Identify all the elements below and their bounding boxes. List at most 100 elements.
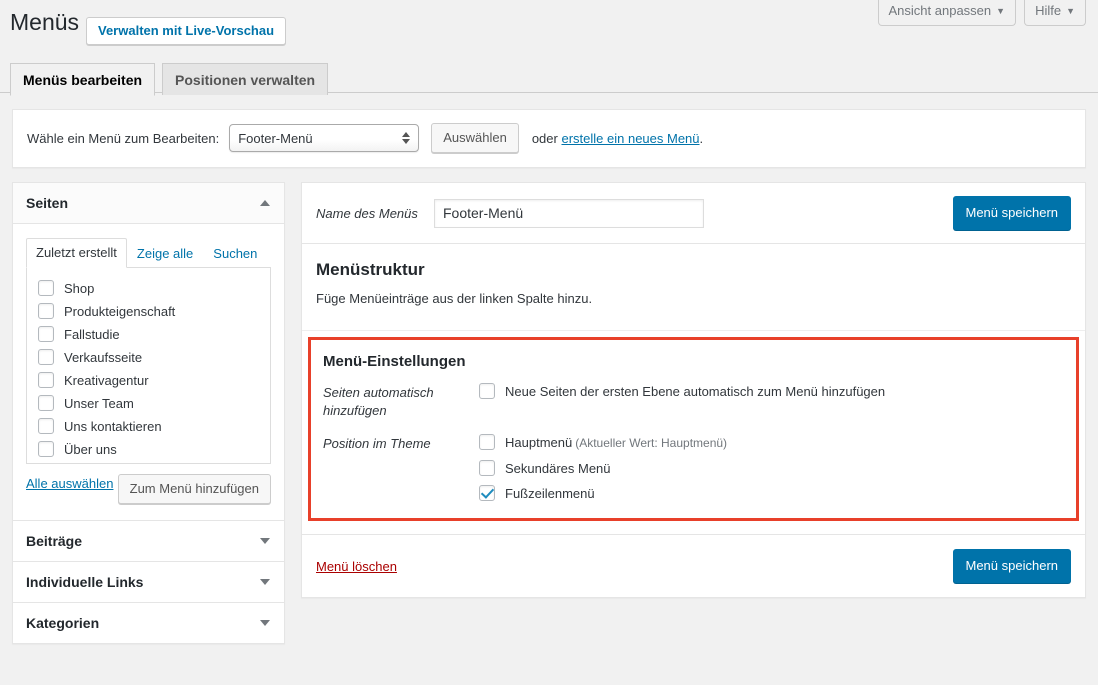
checkbox[interactable] xyxy=(38,303,54,319)
theme-location-fusszeilenmenu-label: Fußzeilenmenü xyxy=(505,486,595,501)
list-item-label: Produkteigenschaft xyxy=(64,303,176,319)
menu-edit-box: Name des Menüs Menü speichern Menüstrukt… xyxy=(301,182,1086,598)
checkbox[interactable] xyxy=(38,395,54,411)
help-label: Hilfe xyxy=(1035,3,1062,18)
chevron-down-icon[interactable] xyxy=(260,538,270,544)
subtab-zeige-alle[interactable]: Zeige alle xyxy=(127,239,203,268)
accordion-section-beitraege: Beiträge xyxy=(13,520,284,561)
list-item[interactable]: Uns kontaktieren xyxy=(38,415,259,438)
tab-positionen-verwalten[interactable]: Positionen verwalten xyxy=(162,63,329,95)
accordion-header-seiten[interactable]: Seiten xyxy=(13,183,284,224)
delete-menu-link[interactable]: Menü löschen xyxy=(316,559,397,574)
theme-location-fusszeilenmenu[interactable]: Fußzeilenmenü xyxy=(479,485,1064,502)
chevron-up-icon[interactable] xyxy=(260,200,270,206)
checkbox[interactable] xyxy=(479,434,495,450)
save-menu-button-top[interactable]: Menü speichern xyxy=(952,196,1071,230)
theme-location-hauptmenu-note: (Aktueller Wert: Hauptmenü) xyxy=(575,436,728,450)
create-new-menu-link[interactable]: erstelle ein neues Menü xyxy=(561,131,699,146)
help-button[interactable]: Hilfe ▼ xyxy=(1024,0,1086,26)
checkbox[interactable] xyxy=(38,326,54,342)
menu-name-row: Name des Menüs Menü speichern xyxy=(302,183,1085,244)
theme-location-hauptmenu[interactable]: Hauptmenü (Aktueller Wert: Hauptmenü) xyxy=(479,434,1064,460)
add-menu-items-column: Seiten Zuletzt erstellt Zeige alle Suche… xyxy=(12,182,285,644)
screen-options-button[interactable]: Ansicht anpassen ▼ xyxy=(877,0,1017,26)
select-menu-button[interactable]: Auswählen xyxy=(431,123,519,153)
checkbox[interactable] xyxy=(479,383,495,399)
accordion-section-individuelle-links: Individuelle Links xyxy=(13,561,284,602)
save-menu-button-bottom[interactable]: Menü speichern xyxy=(952,549,1071,583)
seiten-panel-actions: Alle auswählen Zum Menü hinzufügen xyxy=(26,474,271,508)
auto-add-pages-label: Neue Seiten der ersten Ebene automatisch… xyxy=(505,384,886,399)
accordion-header-beitraege[interactable]: Beiträge xyxy=(13,521,284,561)
checkbox[interactable] xyxy=(479,460,495,476)
menu-settings-panel: Menü-Einstellungen Seiten automatisch hi… xyxy=(308,337,1079,521)
checkbox[interactable] xyxy=(479,485,495,501)
accordion-section-kategorien: Kategorien xyxy=(13,602,284,643)
screen-options-label: Ansicht anpassen xyxy=(888,3,992,18)
nav-tabs: Menüs bearbeiten Positionen verwalten xyxy=(0,56,1098,96)
accordion-title-seiten: Seiten xyxy=(26,195,69,211)
checkbox[interactable] xyxy=(38,418,54,434)
menu-management-columns: Seiten Zuletzt erstellt Zeige alle Suche… xyxy=(12,182,1086,644)
auto-add-pages-option[interactable]: Neue Seiten der ersten Ebene automatisch… xyxy=(479,383,1064,400)
list-item[interactable]: Produkteigenschaft xyxy=(38,300,259,323)
chevron-down-icon: ▼ xyxy=(996,6,1006,16)
chevron-down-icon[interactable] xyxy=(260,620,270,626)
subtab-suchen[interactable]: Suchen xyxy=(203,239,267,268)
page-header: Menüs Verwalten mit Live-Vorschau Ansich… xyxy=(0,0,1098,56)
screen-meta-links: Ansicht anpassen ▼ Hilfe ▼ xyxy=(877,0,1086,26)
seiten-subtabs: Zuletzt erstellt Zeige alle Suchen xyxy=(26,237,271,268)
accordion-header-individuelle-links[interactable]: Individuelle Links xyxy=(13,562,284,602)
list-item-label: Shop xyxy=(64,280,95,296)
setting-label-theme-locations: Position im Theme xyxy=(323,436,431,451)
setting-fields-theme-locations: Hauptmenü (Aktueller Wert: Hauptmenü) Sek… xyxy=(479,434,1064,502)
menu-structure-description: Füge Menüeinträge aus der linken Spalte … xyxy=(316,291,593,306)
divider xyxy=(302,330,1085,331)
seiten-items-panel[interactable]: Shop Produkteigenschaft Fallstudie Verka… xyxy=(26,268,271,464)
list-item-label: Verkaufsseite xyxy=(64,349,143,365)
accordion-header-kategorien[interactable]: Kategorien xyxy=(13,603,284,643)
menu-name-label: Name des Menüs xyxy=(316,205,418,221)
menu-editor-column: Name des Menüs Menü speichern Menüstrukt… xyxy=(301,182,1086,598)
accordion-body-seiten: Zuletzt erstellt Zeige alle Suchen Shop … xyxy=(13,224,284,520)
list-item-label: Fallstudie xyxy=(64,326,120,342)
live-preview-button[interactable]: Verwalten mit Live-Vorschau xyxy=(86,17,287,45)
theme-location-sekundaeres-menu-label: Sekundäres Menü xyxy=(505,461,611,476)
checkbox[interactable] xyxy=(38,372,54,388)
setting-label-auto-add-pages: Seiten automatisch hinzufügen xyxy=(323,385,434,418)
menu-select-wrapper: Footer-Menü xyxy=(229,124,420,152)
checkbox[interactable] xyxy=(38,441,54,457)
chevron-down-icon[interactable] xyxy=(260,579,270,585)
list-item[interactable]: Verkaufsseite xyxy=(38,346,259,369)
accordion-title-individuelle-links: Individuelle Links xyxy=(26,574,144,590)
list-item-label: Kreativagentur xyxy=(64,372,149,388)
theme-location-sekundaeres-menu[interactable]: Sekundäres Menü xyxy=(479,460,1064,485)
checkbox[interactable] xyxy=(38,280,54,296)
accordion-section-seiten: Seiten Zuletzt erstellt Zeige alle Suche… xyxy=(13,183,284,520)
list-item[interactable]: Kreativagentur xyxy=(38,369,259,392)
list-item[interactable]: Unser Team xyxy=(38,392,259,415)
list-item[interactable]: Shop xyxy=(38,277,259,300)
menu-structure-title: Menüstruktur xyxy=(316,260,425,279)
menu-select[interactable]: Footer-Menü xyxy=(229,124,420,152)
select-all-link[interactable]: Alle auswählen xyxy=(26,476,113,491)
accordion-title-kategorien: Kategorien xyxy=(26,615,100,631)
list-item-label: Uns kontaktieren xyxy=(64,418,162,434)
setting-row-auto-add-pages: Seiten automatisch hinzufügen Neue Seite… xyxy=(323,383,1064,420)
list-item[interactable]: Fallstudie xyxy=(38,323,259,346)
menu-selector-bar: Wähle ein Menü zum Bearbeiten: Footer-Me… xyxy=(12,109,1086,168)
list-item[interactable]: Über uns xyxy=(38,438,259,461)
menu-structure-section: Menüstruktur Füge Menüeinträge aus der l… xyxy=(302,244,1085,306)
add-to-menu-button[interactable]: Zum Menü hinzufügen xyxy=(117,474,271,504)
page-title: Menüs xyxy=(10,9,80,35)
menu-name-input[interactable] xyxy=(434,198,704,228)
menu-selector-label: Wähle ein Menü zum Bearbeiten: xyxy=(27,130,220,146)
chevron-down-icon: ▼ xyxy=(1066,6,1075,16)
or-text: oder xyxy=(531,130,558,146)
list-item-label: Über uns xyxy=(64,441,117,457)
checkbox[interactable] xyxy=(38,349,54,365)
tab-menus-bearbeiten[interactable]: Menüs bearbeiten xyxy=(10,63,156,96)
menu-settings-title: Menü-Einstellungen xyxy=(323,353,466,370)
accordion-title-beitraege: Beiträge xyxy=(26,533,83,549)
subtab-zuletzt-erstellt[interactable]: Zuletzt erstellt xyxy=(26,238,127,268)
